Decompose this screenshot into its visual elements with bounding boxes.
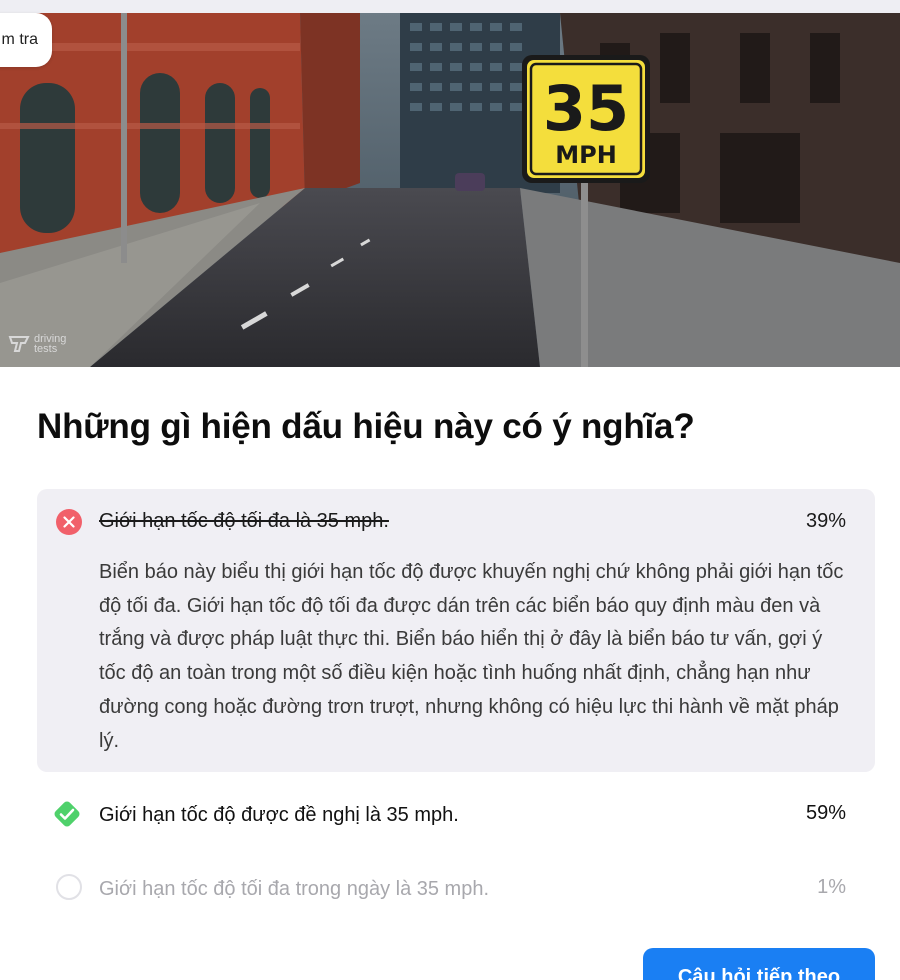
tab-check[interactable]: m tra [0, 13, 52, 67]
answer-option-3-label: Giới hạn tốc độ tối đa trong ngày là 35 … [99, 878, 490, 900]
watermark-line2: tests [34, 343, 58, 355]
sign-unit: MPH [555, 141, 617, 169]
answer-option-1[interactable]: Giới hạn tốc độ tối đa là 35 mph. 39% Bi… [37, 489, 875, 772]
answer-option-3-percent: 1% [817, 876, 846, 898]
close-circle-icon [56, 509, 82, 535]
watermark: driving tests [8, 334, 66, 355]
next-question-button[interactable]: Câu hỏi tiếp theo [643, 948, 875, 980]
tab-check-label: m tra [1, 31, 38, 48]
empty-circle-icon [56, 874, 82, 900]
answer-option-1-label: Giới hạn tốc độ tối đa là 35 mph. [99, 510, 389, 532]
answer-option-1-percent: 39% [805, 510, 846, 532]
top-strip [0, 0, 900, 13]
check-diamond-icon [50, 797, 84, 831]
sign-number: 35 [543, 72, 629, 145]
answer-option-2-label: Giới hạn tốc độ được đề nghị là 35 mph. [99, 804, 459, 826]
answer-option-3[interactable]: Giới hạn tốc độ tối đa trong ngày là 35 … [37, 864, 875, 912]
answer-option-2-percent: 59% [805, 802, 846, 824]
question-title: Những gì hiện dấu hiệu này có ý nghĩa? [37, 407, 695, 446]
answer-explanation: Biển báo này biểu thị giới hạn tốc độ đư… [99, 561, 844, 752]
answer-option-2[interactable]: Giới hạn tốc độ được đề nghị là 35 mph. … [37, 790, 875, 838]
question-image: 35 MPH [0, 13, 900, 367]
driving-tests-logo-icon [8, 336, 30, 352]
